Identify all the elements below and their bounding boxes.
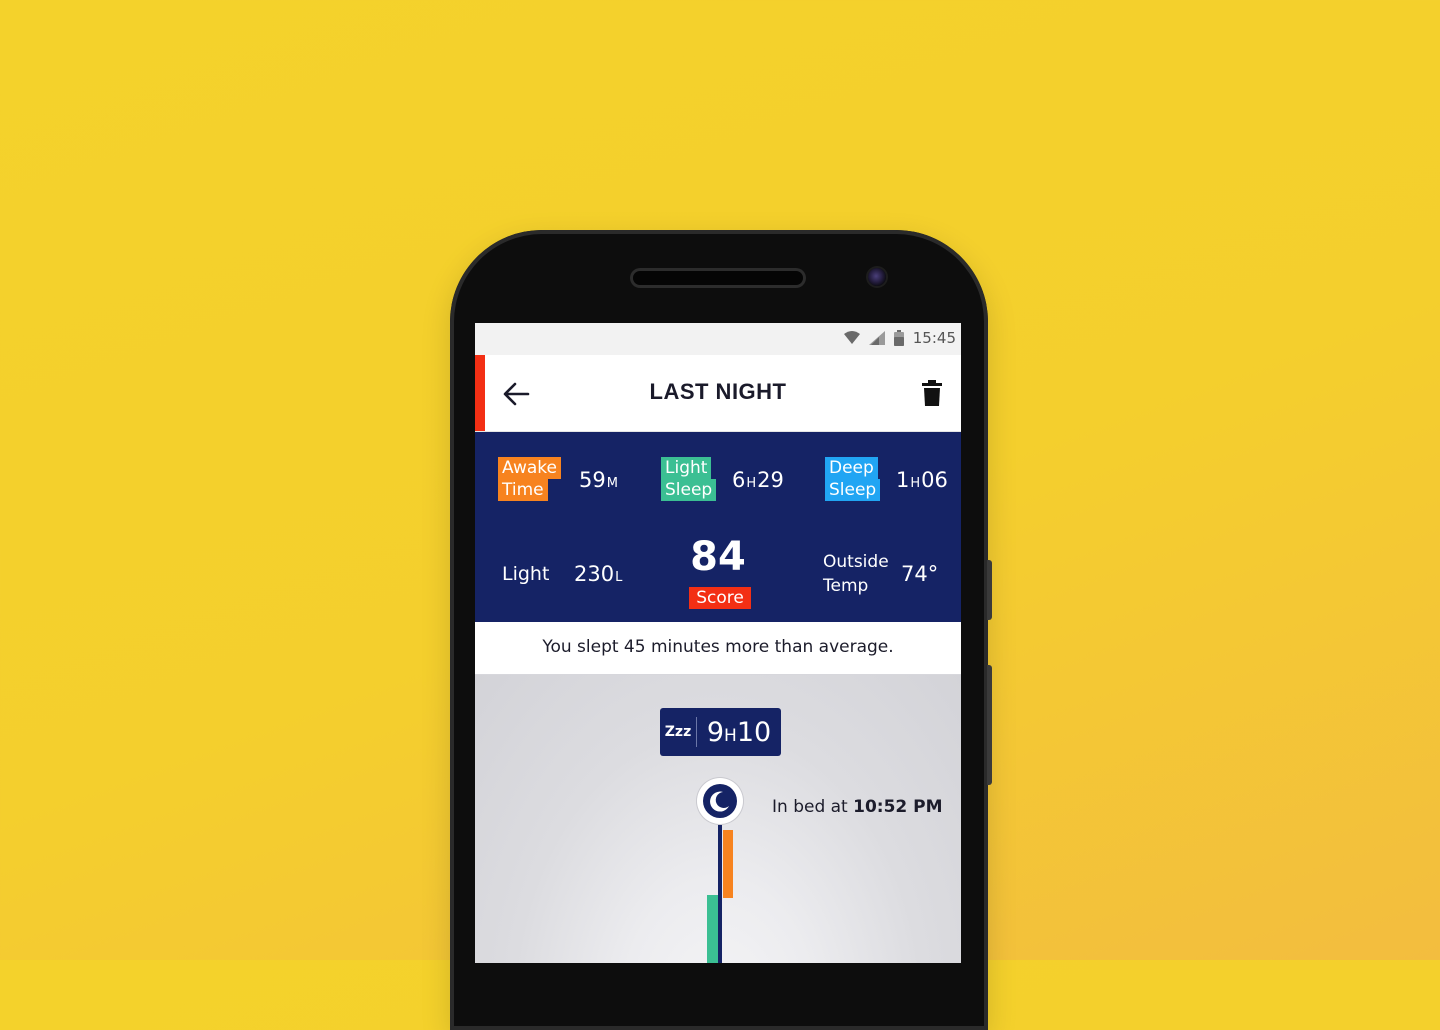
stats-panel: Awake Time 59M Light Sleep 6H29 Deep Sle…	[475, 432, 961, 622]
status-bar: 15:45	[475, 323, 961, 355]
awake-time-tag: Awake Time	[498, 457, 561, 501]
light-sleep-segment	[707, 895, 718, 963]
in-bed-label: In bed at 10:52 PM	[772, 797, 943, 817]
outside-temp-value: 74°	[901, 562, 939, 586]
status-time: 15:45	[912, 329, 956, 347]
score-label: Score	[689, 587, 751, 609]
awake-segment	[723, 830, 733, 898]
total-duration-value: 9H10	[706, 716, 772, 748]
signal-icon	[868, 331, 885, 345]
trash-icon[interactable]	[921, 380, 943, 406]
battery-icon	[893, 330, 904, 346]
light-sleep-tag: Light Sleep	[661, 457, 717, 501]
timeline-stem	[718, 825, 722, 963]
earpiece-speaker	[630, 268, 806, 288]
moon-icon	[703, 784, 737, 818]
front-camera	[868, 268, 886, 286]
light-sleep-value: 6H29	[732, 468, 784, 492]
awake-time-value: 59M	[579, 468, 618, 492]
power-button	[987, 665, 992, 785]
outside-temp-label: Outside Temp	[823, 552, 889, 596]
volume-button	[987, 560, 992, 620]
sleep-summary: You slept 45 minutes more than average.	[475, 622, 961, 676]
wifi-icon	[843, 331, 860, 344]
deep-sleep-value: 1H06	[896, 468, 948, 492]
zzz-icon: Zzz	[664, 724, 692, 740]
phone-screen: 15:45 LAST NIGHT Awake Time 59M Light Sl…	[475, 323, 961, 963]
total-duration-badge: Zzz 9H10	[660, 708, 781, 756]
deep-sleep-tag: Deep Sleep	[825, 457, 881, 501]
sleep-timeline: Zzz 9H10 In bed at 10:52 PM	[475, 675, 961, 963]
page-title: LAST NIGHT	[649, 379, 787, 404]
in-bed-marker[interactable]	[697, 778, 743, 824]
app-bar: LAST NIGHT	[475, 355, 961, 432]
